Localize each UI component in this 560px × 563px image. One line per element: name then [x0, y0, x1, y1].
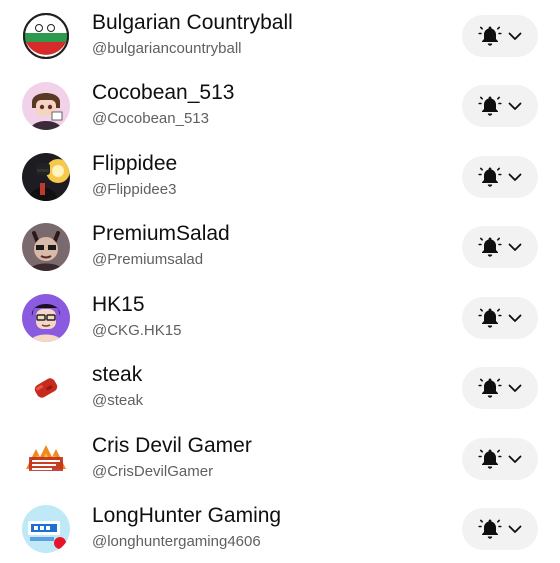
channel-avatar[interactable]: [22, 82, 70, 130]
chevron-down-icon: [508, 102, 522, 110]
chevron-down-icon: [508, 32, 522, 40]
channel-name[interactable]: HK15: [92, 293, 145, 317]
notification-settings-button[interactable]: [462, 85, 538, 127]
channel-name[interactable]: PremiumSalad: [92, 222, 230, 246]
notification-settings-button[interactable]: [462, 15, 538, 57]
chevron-down-icon: [508, 173, 522, 181]
channel-avatar[interactable]: [22, 435, 70, 483]
channel-handle: @Cocobean_513: [92, 110, 209, 127]
channel-name[interactable]: LongHunter Gaming: [92, 504, 281, 528]
channel-name[interactable]: steak: [92, 363, 142, 387]
notification-settings-button[interactable]: [462, 156, 538, 198]
chevron-down-icon: [508, 314, 522, 322]
bell-icon: [478, 237, 502, 257]
channel-row[interactable]: Flippidee @Flippidee3: [0, 141, 560, 211]
channel-handle: @Premiumsalad: [92, 251, 204, 268]
chevron-down-icon: [508, 525, 522, 533]
bell-icon: [478, 519, 502, 539]
channel-name[interactable]: Cris Devil Gamer: [92, 434, 252, 458]
bell-icon: [478, 378, 502, 398]
channel-row[interactable]: HK15 @CKG.HK15: [0, 282, 560, 352]
channel-row[interactable]: steak @steak: [0, 352, 560, 422]
subscription-list: Bulgarian Countryball @bulgariancountryb…: [0, 0, 560, 560]
channel-handle: @steak: [92, 392, 144, 409]
notification-settings-button[interactable]: [462, 508, 538, 550]
bell-icon: [478, 449, 502, 469]
channel-handle: @bulgariancountryball: [92, 40, 242, 57]
chevron-down-icon: [508, 455, 522, 463]
channel-avatar[interactable]: [22, 294, 70, 342]
channel-row[interactable]: Cocobean_513 @Cocobean_513: [0, 70, 560, 140]
notification-settings-button[interactable]: [462, 226, 538, 268]
channel-handle: @CrisDevilGamer: [92, 463, 214, 480]
channel-handle: @longhuntergaming4606: [92, 533, 261, 550]
channel-avatar[interactable]: [22, 12, 70, 60]
bell-icon: [478, 26, 502, 46]
channel-row[interactable]: PremiumSalad @Premiumsalad: [0, 211, 560, 281]
channel-handle: @Flippidee3: [92, 181, 177, 198]
notification-settings-button[interactable]: [462, 297, 538, 339]
channel-name[interactable]: Cocobean_513: [92, 81, 234, 105]
channel-row[interactable]: LongHunter Gaming @longhuntergaming4606: [0, 493, 560, 563]
channel-row[interactable]: Cris Devil Gamer @CrisDevilGamer: [0, 423, 560, 493]
bell-icon: [478, 96, 502, 116]
channel-handle: @CKG.HK15: [92, 322, 182, 339]
bell-icon: [478, 167, 502, 187]
channel-avatar[interactable]: [22, 505, 70, 553]
chevron-down-icon: [508, 384, 522, 392]
channel-avatar[interactable]: [22, 223, 70, 271]
channel-row[interactable]: Bulgarian Countryball @bulgariancountryb…: [0, 0, 560, 70]
channel-avatar[interactable]: [22, 364, 70, 412]
bell-icon: [478, 308, 502, 328]
chevron-down-icon: [508, 243, 522, 251]
notification-settings-button[interactable]: [462, 438, 538, 480]
notification-settings-button[interactable]: [462, 367, 538, 409]
channel-name[interactable]: Bulgarian Countryball: [92, 11, 293, 35]
channel-avatar[interactable]: [22, 153, 70, 201]
channel-name[interactable]: Flippidee: [92, 152, 177, 176]
